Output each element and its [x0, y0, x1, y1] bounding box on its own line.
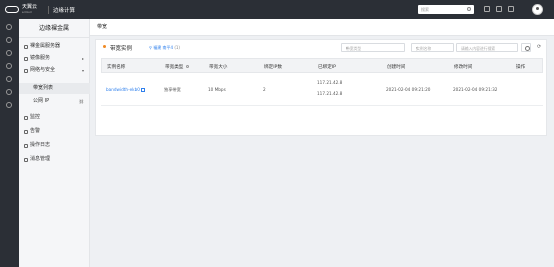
- column-header: 带宽类型: [165, 64, 190, 70]
- column-header: 带宽大小: [209, 64, 228, 70]
- column-header: 创建时间: [387, 64, 406, 70]
- icon-rail: [0, 19, 19, 267]
- panel-title: 带宽实例: [110, 46, 133, 52]
- bandwidth-type-cell: 独享带宽: [164, 87, 181, 92]
- region-selector[interactable]: ⚲ 福建 南平4 (1): [149, 45, 180, 51]
- search-icon[interactable]: [467, 7, 471, 11]
- sidebar-item-label: 操作日志: [30, 142, 51, 148]
- sidebar-item-label: 裸金属服务器: [30, 43, 61, 49]
- sidebar: 边缘裸金属 裸金属服务器 镜像服务 ▸ 网络与安全 ▾ 带宽列表 公网 IP ⛓…: [19, 19, 90, 267]
- sidebar-item-public-ip[interactable]: 公网 IP ⛓: [19, 96, 90, 107]
- security-rail-icon[interactable]: [6, 102, 12, 108]
- column-header: 实例名称: [107, 64, 126, 70]
- sidebar-item-network-security[interactable]: 网络与安全 ▾: [19, 65, 90, 76]
- created-time-cell: 2021-02-04 09:21:20: [386, 87, 431, 92]
- search-button[interactable]: [521, 43, 531, 52]
- message-icon: [24, 157, 28, 162]
- product-name[interactable]: 边缘计算: [53, 6, 75, 14]
- storage-icon[interactable]: [6, 63, 12, 69]
- logo-text: 天翼云: [22, 3, 38, 10]
- sidebar-item-label: 监控: [30, 114, 41, 120]
- sidebar-item-label: 网络与安全: [30, 67, 56, 73]
- link-icon: ⛓: [78, 99, 84, 104]
- image-icon: [24, 56, 28, 61]
- settings-icon[interactable]: [508, 6, 514, 12]
- main-content: 带宽 带宽实例 ⚲ 福建 南平4 (1) 带宽类型 ▾ 实例名称 ▾ 请输入内容…: [90, 19, 554, 267]
- panel-header: 带宽实例 ⚲ 福建 南平4 (1) 带宽类型 ▾ 实例名称 ▾ 请输入内容进行搜…: [96, 40, 548, 55]
- chevron-down-icon: ▾: [346, 46, 348, 50]
- help-icon[interactable]: [186, 64, 190, 68]
- instance-name-link[interactable]: bandwidth-ekb0: [106, 87, 145, 92]
- sidebar-item-label: 公网 IP: [33, 98, 50, 104]
- top-bar: 天翼云 e.Cloud 边缘计算 搜索: [0, 0, 554, 19]
- region-sub-label: 南平4: [162, 44, 174, 50]
- cloud-logo-icon: [5, 6, 19, 13]
- top-divider: [48, 6, 49, 14]
- instance-name-select[interactable]: 实例名称 ▾: [411, 43, 454, 52]
- table-header: 实例名称 带宽类型 带宽大小 绑定IP数 已绑定IP 创建时间 修改时间 操作: [101, 58, 543, 73]
- sidebar-item-label: 消息管理: [30, 156, 51, 162]
- bandwidth-type-select[interactable]: 带宽类型 ▾: [341, 43, 405, 52]
- sidebar-item-bare-metal[interactable]: 裸金属服务器: [19, 41, 90, 52]
- column-header: 已绑定IP: [318, 64, 336, 70]
- alarm-icon: [24, 129, 28, 134]
- network-icon: [24, 68, 28, 73]
- sidebar-item-bandwidth-list[interactable]: 带宽列表: [19, 83, 90, 94]
- sidebar-item-message[interactable]: 消息管理: [19, 154, 90, 165]
- chevron-right-icon: ▸: [81, 56, 84, 61]
- compute-icon[interactable]: [6, 50, 12, 56]
- search-input[interactable]: 请输入内容进行搜索: [456, 43, 518, 52]
- sidebar-item-operation-log[interactable]: 操作日志: [19, 140, 90, 151]
- modified-time-cell: 2021-02-04 09:21:32: [453, 87, 498, 92]
- sidebar-item-label: 告警: [30, 128, 41, 134]
- search-input-placeholder: 请输入内容进行搜索: [461, 46, 496, 51]
- monitor-rail-icon[interactable]: [6, 89, 12, 95]
- bound-ip-cell: 117.21.42.8: [317, 80, 343, 85]
- breadcrumb: 带宽: [90, 19, 554, 36]
- status-dot: [103, 45, 106, 48]
- column-header: 操作: [516, 64, 526, 70]
- menu-icon[interactable]: [6, 24, 12, 30]
- log-icon: [24, 143, 28, 148]
- refresh-icon[interactable]: ⟳: [537, 44, 541, 50]
- sidebar-item-alarm[interactable]: 告警: [19, 126, 90, 137]
- sidebar-title: 边缘裸金属: [19, 19, 89, 38]
- chevron-down-icon: ▾: [416, 46, 418, 50]
- region-count: (1): [174, 44, 180, 50]
- bound-ip-count-cell: 2: [263, 87, 266, 92]
- brand-logo[interactable]: 天翼云 e.Cloud: [5, 4, 37, 15]
- column-header: 绑定IP数: [264, 64, 282, 70]
- location-pin-icon: ⚲: [149, 44, 152, 50]
- server-icon: [24, 44, 28, 49]
- sidebar-item-label: 带宽列表: [33, 85, 54, 91]
- network-rail-icon[interactable]: [6, 76, 12, 82]
- table-row: bandwidth-ekb0 独享带宽 10 Mbps 2 117.21.42.…: [101, 73, 543, 106]
- region-label: 福建: [153, 44, 162, 50]
- sidebar-item-image-service[interactable]: 镜像服务 ▸: [19, 53, 90, 64]
- bandwidth-size-cell: 10 Mbps: [208, 87, 226, 92]
- edit-icon[interactable]: [141, 88, 145, 92]
- notification-icon[interactable]: [484, 6, 490, 12]
- sidebar-item-label: 镜像服务: [30, 55, 51, 61]
- search-placeholder: 搜索: [421, 7, 429, 12]
- logo-subtext: e.Cloud: [22, 10, 32, 14]
- monitor-icon: [24, 115, 28, 120]
- bandwidth-panel: 带宽实例 ⚲ 福建 南平4 (1) 带宽类型 ▾ 实例名称 ▾ 请输入内容进行搜…: [95, 39, 547, 136]
- bound-ip-cell: 117.21.42.8: [317, 91, 343, 96]
- chevron-down-icon: ▾: [81, 68, 84, 73]
- home-icon[interactable]: [6, 37, 12, 43]
- sidebar-item-monitoring[interactable]: 监控: [19, 112, 90, 123]
- column-header: 修改时间: [454, 64, 473, 70]
- user-avatar[interactable]: [532, 4, 543, 15]
- global-search-input[interactable]: 搜索: [418, 5, 474, 14]
- help-icon[interactable]: [496, 6, 502, 12]
